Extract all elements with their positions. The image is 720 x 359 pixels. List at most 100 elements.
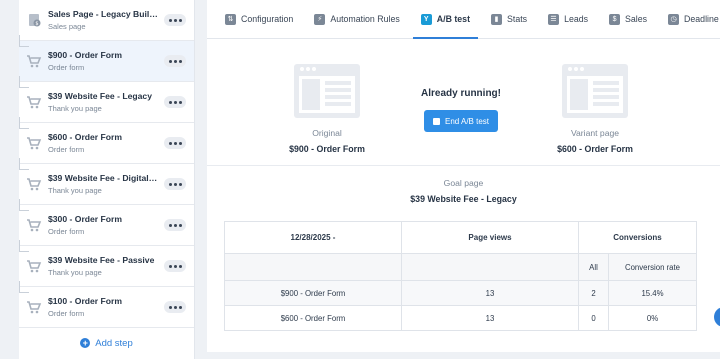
- step-item[interactable]: $100 - Order Form Order form: [19, 281, 194, 328]
- lightning-icon: ⚡: [314, 13, 326, 25]
- row-rate: 0%: [608, 305, 697, 331]
- tab-deadline-settings[interactable]: ◷ Deadline settings: [668, 0, 720, 39]
- tab-configuration[interactable]: ⇅ Configuration: [225, 0, 293, 39]
- step-connector: [19, 35, 29, 47]
- tab-label: Configuration: [241, 14, 294, 24]
- step-menu-button[interactable]: [164, 14, 186, 26]
- stop-icon: [432, 117, 440, 125]
- tab-label: Leads: [564, 14, 589, 24]
- sales-page-icon: $: [25, 11, 43, 29]
- step-title: $39 Website Fee - Legacy: [48, 91, 152, 101]
- row-rate: 15.4%: [608, 280, 697, 306]
- empty-cell: [224, 253, 402, 281]
- all-header: All: [578, 253, 609, 281]
- original-label: Original: [312, 128, 342, 138]
- step-title: $300 - Order Form: [48, 214, 123, 224]
- cart-icon: [25, 52, 43, 70]
- goal-section: Goal page $39 Website Fee - Legacy: [207, 165, 720, 204]
- step-item[interactable]: $900 - Order Form Order form: [19, 35, 194, 82]
- add-step-label: Add step: [95, 337, 133, 349]
- step-title: $600 - Order Form: [48, 132, 123, 142]
- step-title: $100 - Order Form: [48, 296, 123, 306]
- cart-icon: [25, 93, 43, 111]
- tab-leads[interactable]: ☰ Leads: [548, 0, 588, 39]
- variant-page-thumbnail-icon: [562, 64, 628, 118]
- users-icon: ☰: [548, 13, 560, 25]
- step-subtitle: Thank you page: [48, 186, 102, 195]
- tab-ab-test[interactable]: Y A/B test: [412, 0, 479, 39]
- configuration-icon: ⇅: [225, 13, 236, 25]
- clock-icon: ◷: [668, 13, 680, 25]
- step-connector: [19, 158, 29, 170]
- main-panel: ⇅ Configuration ⚡ Automation Rules Y A/B…: [207, 0, 720, 352]
- variant-label: Variant page: [570, 128, 620, 138]
- original-page-thumbnail-icon: [294, 64, 360, 118]
- goal-page-name: $39 Website Fee - Legacy: [410, 194, 517, 204]
- step-menu-button[interactable]: [164, 96, 186, 108]
- step-connector: [19, 117, 29, 129]
- tab-automation-rules[interactable]: ⚡ Automation Rules: [314, 0, 400, 39]
- bar-chart-icon: ▮: [491, 13, 503, 25]
- step-menu-button[interactable]: [164, 137, 186, 149]
- cart-icon: [25, 175, 43, 193]
- cart-icon: [25, 257, 43, 275]
- row-all: 2: [578, 280, 609, 306]
- step-title: Sales Page - Legacy Build...: [48, 9, 158, 19]
- original-page-name: $900 - Order Form: [289, 144, 365, 154]
- add-step-button[interactable]: + Add step: [19, 328, 194, 358]
- conversion-rate-header: Conversion rate: [608, 253, 697, 281]
- cart-icon: [25, 298, 43, 316]
- cart-icon: [25, 216, 43, 234]
- step-title: $39 Website Fee - Passive: [48, 255, 155, 265]
- step-item[interactable]: $39 Website Fee - Legacy Thank you page: [19, 76, 194, 123]
- row-views: 13: [401, 305, 579, 331]
- dollar-icon: $: [609, 13, 621, 25]
- step-menu-button[interactable]: [164, 219, 186, 231]
- row-page: $900 - Order Form: [224, 280, 402, 306]
- tab-label: Sales: [625, 14, 648, 24]
- variant-page-name: $600 - Order Form: [557, 144, 633, 154]
- tab-label: A/B test: [436, 14, 471, 24]
- row-all: 0: [578, 305, 609, 331]
- step-item[interactable]: $39 Website Fee - Passive Thank you page: [19, 240, 194, 287]
- tab-sales[interactable]: $ Sales: [609, 0, 647, 39]
- step-subtitle: Order form: [48, 227, 85, 236]
- test-status: Already running!: [420, 88, 501, 99]
- step-menu-button[interactable]: [164, 301, 186, 313]
- table-row: $900 - Order Form 13 2 15.4%: [224, 280, 697, 306]
- step-subtitle: Thank you page: [48, 104, 102, 113]
- tab-label: Automation Rules: [330, 14, 400, 24]
- end-ab-test-label: End A/B test: [444, 116, 490, 126]
- funnel-steps-sidebar: $ Sales Page - Legacy Build... Sales pag…: [19, 0, 195, 359]
- step-menu-button[interactable]: [164, 260, 186, 272]
- step-connector: [19, 281, 29, 293]
- step-menu-button[interactable]: [164, 55, 186, 67]
- ab-test-panel: Original $900 - Order Form Already runni…: [207, 40, 720, 165]
- date-range-header[interactable]: 12/28/2025 -: [224, 221, 402, 254]
- empty-cell: [401, 253, 579, 281]
- cart-icon: [25, 134, 43, 152]
- step-menu-button[interactable]: [164, 178, 186, 190]
- step-item[interactable]: $ Sales Page - Legacy Build... Sales pag…: [19, 0, 194, 41]
- tab-label: Deadline settings: [684, 14, 720, 24]
- step-connector: [19, 240, 29, 252]
- step-connector: [19, 199, 29, 211]
- step-title: $39 Website Fee - Digital ...: [48, 173, 158, 183]
- step-subtitle: Order form: [48, 309, 85, 318]
- step-subtitle: Order form: [48, 145, 85, 154]
- step-connector: [19, 76, 29, 88]
- step-title: $900 - Order Form: [48, 50, 123, 60]
- end-ab-test-button[interactable]: End A/B test: [424, 110, 498, 132]
- step-item[interactable]: $39 Website Fee - Digital ... Thank you …: [19, 158, 194, 205]
- step-item[interactable]: $600 - Order Form Order form: [19, 117, 194, 164]
- plus-icon: +: [80, 338, 91, 348]
- table-row: $600 - Order Form 13 0 0%: [224, 305, 697, 331]
- step-subtitle: Thank you page: [48, 268, 102, 277]
- conversions-header: Conversions: [578, 221, 697, 254]
- step-subtitle: Order form: [48, 63, 85, 72]
- split-icon: Y: [420, 13, 432, 25]
- page-views-header: Page views: [401, 221, 579, 254]
- tab-stats[interactable]: ▮ Stats: [491, 0, 527, 39]
- row-views: 13: [401, 280, 579, 306]
- step-item[interactable]: $300 - Order Form Order form: [19, 199, 194, 246]
